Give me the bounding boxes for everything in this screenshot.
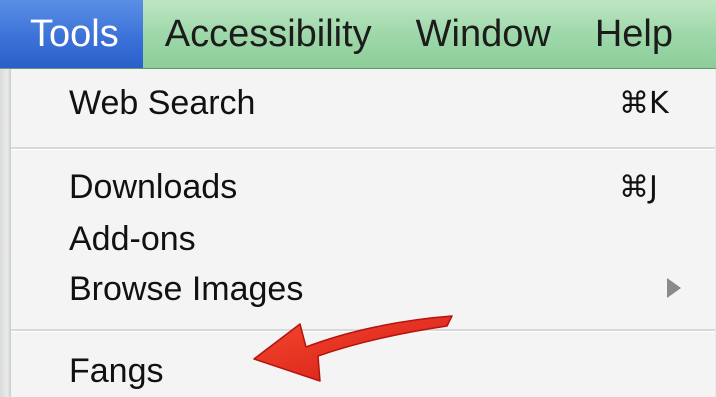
menu-item-label: Web Search	[69, 83, 256, 122]
menu-item-label: Browse Images	[69, 269, 304, 308]
background-window-edge	[0, 69, 10, 397]
menu-item-label: Downloads	[69, 167, 238, 206]
menu-item-shortcut: ⌘K	[619, 85, 669, 121]
menu-separator	[11, 329, 715, 332]
menu-item-label: Fangs	[69, 351, 164, 390]
menu-item-browse-images[interactable]: Browse Images	[11, 263, 715, 315]
menu-window[interactable]: Window	[394, 0, 573, 68]
triangle-right-icon	[667, 278, 681, 298]
tools-dropdown-menu: Web Search ⌘K Downloads ⌘J Add-ons Brows…	[10, 69, 715, 397]
menu-item-label: Add-ons	[69, 219, 196, 258]
menu-item-web-search[interactable]: Web Search ⌘K	[11, 77, 715, 129]
menu-help[interactable]: Help	[573, 0, 695, 68]
menu-accessibility[interactable]: Accessibility	[143, 0, 394, 68]
menu-tools[interactable]: Tools	[0, 0, 143, 68]
menu-item-downloads[interactable]: Downloads ⌘J	[11, 161, 715, 213]
menu-item-shortcut: ⌘J	[619, 169, 658, 205]
menu-bar: Tools Accessibility Window Help	[0, 0, 716, 69]
menu-item-fangs[interactable]: Fangs	[11, 345, 715, 397]
menu-item-add-ons[interactable]: Add-ons	[11, 213, 715, 265]
menu-separator	[11, 147, 715, 150]
